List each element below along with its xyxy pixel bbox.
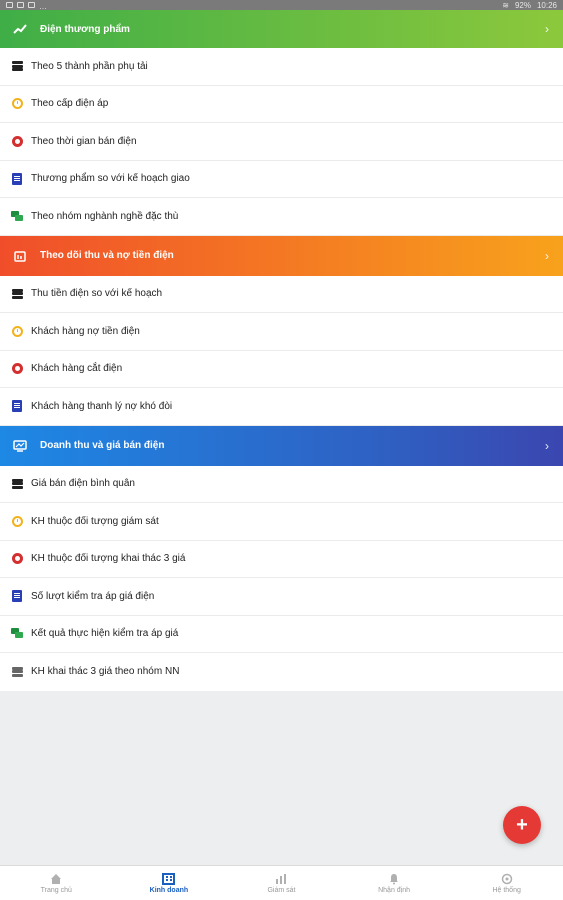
section-header-debt[interactable]: Theo dõi thu và nợ tiền điện › [0,235,563,276]
lifebuoy-icon [11,553,23,565]
list-item[interactable]: Khách hàng cắt điện [0,350,563,388]
list-item[interactable]: KH thuộc đối tượng khai thác 3 giá [0,540,563,578]
list-item[interactable]: Giá bán điện bình quân [0,465,563,503]
list-item[interactable]: Thương phẩm so với kế hoạch giao [0,160,563,198]
list-item-label: Theo nhóm nghành nghề đặc thù [31,210,179,222]
chat-icon [11,628,23,640]
list-item-label: KH thuộc đối tượng khai thác 3 giá [31,553,186,565]
menu-list: Điện thương phẩm › Theo 5 thành phần phụ… [0,10,563,691]
list-item[interactable]: Khách hàng thanh lý nợ khó đòi [0,388,563,426]
chat-icon [11,210,23,222]
notification-icon [17,2,24,8]
nav-item-business[interactable]: Kinh doanh [113,866,226,900]
list-item[interactable]: Kết quả thực hiện kiểm tra áp giá [0,615,563,653]
nav-label: Giám sát [267,887,296,894]
notification-icon [28,2,35,8]
list-item[interactable]: Theo thời gian bán điện [0,123,563,161]
layers-icon [11,666,23,678]
document-icon [11,590,23,603]
list-item-label: KH khai thác 3 giá theo nhóm NN [31,666,180,678]
list-item-label: KH thuộc đối tượng giám sát [31,515,159,527]
list-item[interactable]: KH khai thác 3 giá theo nhóm NN [0,653,563,691]
nav-item-system[interactable]: Hệ thống [450,866,563,900]
section-title: Doanh thu và giá bán điện [40,440,165,451]
list-item-label: Giá bán điện bình quân [31,478,135,490]
list-item-label: Theo 5 thành phần phụ tải [31,60,148,72]
notification-icon [6,2,13,8]
list-item-label: Thu tiền điện so với kế hoạch [31,288,163,300]
list-item-label: Kết quả thực hiện kiểm tra áp giá [31,628,179,640]
clock-time: 10:26 [536,0,557,10]
nav-item-home[interactable]: Trang chủ [0,866,113,900]
list-item[interactable]: Theo 5 thành phần phụ tải [0,48,563,86]
clock-icon [11,515,23,527]
list-item[interactable]: Theo cấp điện áp [0,85,563,123]
nav-label: Nhận định [378,887,411,894]
section-title: Theo dõi thu và nợ tiền điện [40,250,174,261]
clock-icon [11,325,23,337]
list-item-label: Số lượt kiểm tra áp giá điện [31,590,155,602]
trending-up-icon [10,19,30,39]
chevron-right-icon: › [545,248,549,263]
battery-level: 92% [514,0,531,10]
section-header-revenue[interactable]: Doanh thu và giá bán điện › [0,425,563,466]
list-item[interactable]: Số lượt kiểm tra áp giá điện [0,578,563,616]
list-item[interactable]: Thu tiền điện so với kế hoạch [0,275,563,313]
section-title: Điện thương phẩm [40,23,130,35]
layers-icon [11,478,23,490]
calendar-icon [10,246,30,266]
nav-item-assessment[interactable]: Nhận định [338,866,451,900]
list-item-label: Khách hàng nợ tiền điện [31,325,140,337]
status-bar: … ≋ 92% 10:26 [0,0,563,11]
nav-label: Hệ thống [492,887,521,894]
add-fab-button[interactable]: + [503,806,541,844]
document-icon [11,400,23,413]
bar-chart-icon [274,872,288,885]
clock-icon [11,98,23,110]
list-item-label: Theo cấp điện áp [31,98,109,110]
document-icon [11,172,23,185]
chevron-right-icon: › [545,22,549,36]
status-notification-icons: … [6,2,47,11]
list-item[interactable]: Theo nhóm nghành nghề đặc thù [0,198,563,236]
nav-label: Trang chủ [40,887,72,894]
lifebuoy-icon [11,135,23,147]
more-icon: … [39,2,47,11]
layers-icon [11,60,23,72]
building-icon [162,872,176,885]
list-item-label: Thương phẩm so với kế hoạch giao [31,173,190,185]
list-item[interactable]: Khách hàng nợ tiền điện [0,313,563,351]
list-item[interactable]: KH thuộc đối tượng giám sát [0,503,563,541]
settings-icon [500,872,514,885]
list-item-label: Khách hàng thanh lý nợ khó đòi [31,400,173,412]
nav-label: Kinh doanh [149,887,189,894]
home-icon [49,872,63,885]
lifebuoy-icon [11,363,23,375]
list-item-label: Theo thời gian bán điện [31,135,137,147]
section-header-electricity[interactable]: Điện thương phẩm › [0,10,563,48]
monitor-chart-icon [10,436,30,456]
layers-icon [11,288,23,300]
list-item-label: Khách hàng cắt điện [31,363,123,375]
wifi-icon: ≋ [502,0,509,10]
chevron-right-icon: › [545,438,549,453]
bell-icon [387,872,401,885]
nav-item-monitoring[interactable]: Giám sát [225,866,338,900]
bottom-nav: Trang chủ Kinh doanh Giám sát Nhận định … [0,865,563,900]
